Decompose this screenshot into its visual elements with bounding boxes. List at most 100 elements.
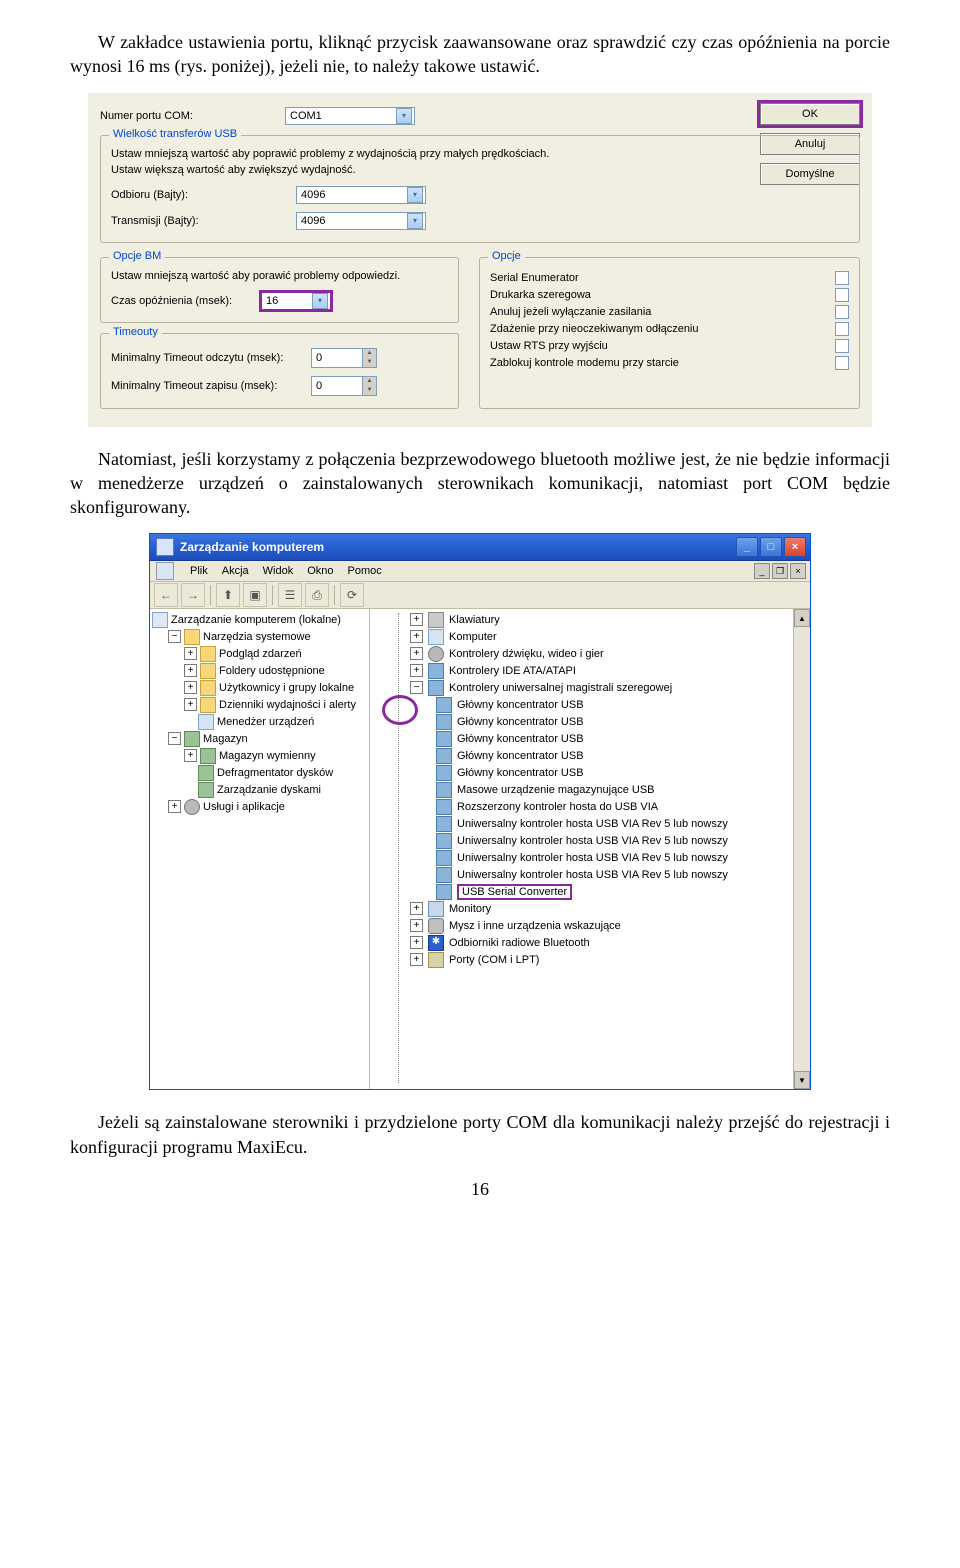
tree-item[interactable]: Magazyn wymienny <box>219 750 316 762</box>
list-item[interactable]: Główny koncentrator USB <box>410 747 810 764</box>
list-pane[interactable]: +Klawiatury+Komputer+Kontrolery dźwięku,… <box>370 609 810 1089</box>
rx-dropdown[interactable]: 4096 ▾ <box>296 186 426 204</box>
list-item[interactable]: +Komputer <box>410 628 810 645</box>
expand-icon[interactable]: + <box>168 800 181 813</box>
storage-icon <box>184 731 200 747</box>
spinner-down-icon[interactable]: ▼ <box>362 358 376 367</box>
vertical-scrollbar[interactable]: ▲ ▼ <box>793 609 810 1089</box>
expand-icon[interactable]: + <box>410 613 423 626</box>
expand-icon[interactable]: + <box>184 664 197 677</box>
expand-icon[interactable]: + <box>410 664 423 677</box>
spinner-up-icon[interactable]: ▲ <box>362 377 376 386</box>
option-checkbox[interactable] <box>835 288 849 302</box>
usb-icon <box>436 816 452 832</box>
list-item[interactable]: +Monitory <box>410 900 810 917</box>
menu-item-file[interactable]: Plik <box>190 565 208 577</box>
tree-item-tools[interactable]: Narzędzia systemowe <box>203 631 311 643</box>
list-item[interactable]: Rozszerzony kontroler hosta do USB VIA <box>410 798 810 815</box>
nav-back-button[interactable]: ← <box>154 583 178 607</box>
option-checkbox[interactable] <box>835 339 849 353</box>
list-item[interactable]: Uniwersalny kontroler hosta USB VIA Rev … <box>410 832 810 849</box>
list-item[interactable]: +Kontrolery IDE ATA/ATAPI <box>410 662 810 679</box>
list-item-label: Główny koncentrator USB <box>457 699 584 711</box>
list-item[interactable]: Uniwersalny kontroler hosta USB VIA Rev … <box>410 849 810 866</box>
tx-dropdown[interactable]: 4096 ▾ <box>296 212 426 230</box>
scroll-up-icon[interactable]: ▲ <box>794 609 810 627</box>
mdi-minimize-button[interactable]: _ <box>754 563 770 579</box>
expand-icon[interactable]: + <box>410 936 423 949</box>
tree-item-services[interactable]: Usługi i aplikacje <box>203 801 285 813</box>
spinner-up-icon[interactable]: ▲ <box>362 349 376 358</box>
list-item[interactable]: USB Serial Converter <box>410 883 810 900</box>
menu-item-view[interactable]: Widok <box>263 565 294 577</box>
print-button[interactable]: ⎙ <box>305 583 329 607</box>
paragraph-2: Natomiast, jeśli korzystamy z połączenia… <box>70 447 890 520</box>
list-item[interactable]: Główny koncentrator USB <box>410 764 810 781</box>
list-item[interactable]: +✱Odbiorniki radiowe Bluetooth <box>410 934 810 951</box>
latency-dropdown[interactable]: 16 ▾ <box>261 292 331 310</box>
tree-item[interactable]: Zarządzanie dyskami <box>217 784 321 796</box>
bm-group: Opcje BM Ustaw mniejszą wartość aby pora… <box>100 257 459 323</box>
tree-pane[interactable]: Zarządzanie komputerem (lokalne) − Narzęd… <box>150 609 370 1089</box>
menu-item-action[interactable]: Akcja <box>222 565 249 577</box>
properties-button[interactable]: ☰ <box>278 583 302 607</box>
timeout-write-spinner[interactable]: 0 ▲▼ <box>311 376 377 396</box>
ok-button[interactable]: OK <box>760 103 860 125</box>
tree-root[interactable]: Zarządzanie komputerem (lokalne) <box>171 614 341 626</box>
tree-item[interactable]: Podgląd zdarzeń <box>219 648 302 660</box>
list-item[interactable]: Główny koncentrator USB <box>410 730 810 747</box>
expand-icon[interactable]: + <box>410 902 423 915</box>
com-port-dropdown[interactable]: COM1 ▾ <box>285 107 415 125</box>
option-checkbox[interactable] <box>835 356 849 370</box>
list-item[interactable]: +Klawiatury <box>410 611 810 628</box>
refresh-button[interactable]: ⟳ <box>340 583 364 607</box>
services-icon <box>184 799 200 815</box>
expand-icon[interactable]: + <box>184 681 197 694</box>
maximize-button[interactable]: □ <box>760 537 782 557</box>
mouse-icon <box>428 918 444 934</box>
list-item[interactable]: Uniwersalny kontroler hosta USB VIA Rev … <box>410 815 810 832</box>
expand-icon[interactable]: + <box>184 749 197 762</box>
show-hide-button[interactable]: ▣ <box>243 583 267 607</box>
tree-item[interactable]: Menedżer urządzeń <box>217 716 314 728</box>
nav-forward-button[interactable]: → <box>181 583 205 607</box>
collapse-icon[interactable]: − <box>168 732 181 745</box>
scroll-down-icon[interactable]: ▼ <box>794 1071 810 1089</box>
expand-icon[interactable]: + <box>410 647 423 660</box>
expand-icon[interactable]: + <box>184 698 197 711</box>
option-checkbox[interactable] <box>835 271 849 285</box>
mdi-restore-button[interactable]: ❐ <box>772 563 788 579</box>
tree-item[interactable]: Foldery udostępnione <box>219 665 325 677</box>
list-item[interactable]: −Kontrolery uniwersalnej magistrali szer… <box>410 679 810 696</box>
expand-icon[interactable]: + <box>410 919 423 932</box>
list-item[interactable]: +Kontrolery dźwięku, wideo i gier <box>410 645 810 662</box>
collapse-icon[interactable]: − <box>168 630 181 643</box>
timeout-read-spinner[interactable]: 0 ▲▼ <box>311 348 377 368</box>
list-item[interactable]: +Porty (COM i LPT) <box>410 951 810 968</box>
collapse-icon[interactable]: − <box>410 681 423 694</box>
list-item[interactable]: Masowe urządzenie magazynujące USB <box>410 781 810 798</box>
menu-item-window[interactable]: Okno <box>307 565 333 577</box>
list-item[interactable]: Główny koncentrator USB <box>410 713 810 730</box>
tree-item-storage[interactable]: Magazyn <box>203 733 248 745</box>
close-button[interactable]: × <box>784 537 806 557</box>
up-button[interactable]: ⬆ <box>216 583 240 607</box>
tree-item[interactable]: Dzienniki wydajności i alerty <box>219 699 356 711</box>
expand-icon[interactable]: + <box>410 953 423 966</box>
expand-icon[interactable]: + <box>410 630 423 643</box>
minimize-button[interactable]: _ <box>736 537 758 557</box>
tree-item[interactable]: Defragmentator dysków <box>217 767 333 779</box>
expand-icon[interactable]: + <box>184 647 197 660</box>
list-item[interactable]: +Mysz i inne urządzenia wskazujące <box>410 917 810 934</box>
menu-item-help[interactable]: Pomoc <box>348 565 382 577</box>
tree-item[interactable]: Użytkownicy i grupy lokalne <box>219 682 354 694</box>
list-item[interactable]: Główny koncentrator USB <box>410 696 810 713</box>
spinner-down-icon[interactable]: ▼ <box>362 386 376 395</box>
mdi-close-button[interactable]: × <box>790 563 806 579</box>
figure-port-settings: OK Anuluj Domyślne Numer portu COM: COM1… <box>70 93 890 427</box>
rx-label: Odbioru (Bajty): <box>111 189 296 201</box>
option-checkbox[interactable] <box>835 305 849 319</box>
list-item[interactable]: Uniwersalny kontroler hosta USB VIA Rev … <box>410 866 810 883</box>
option-checkbox[interactable] <box>835 322 849 336</box>
port-icon <box>428 952 444 968</box>
